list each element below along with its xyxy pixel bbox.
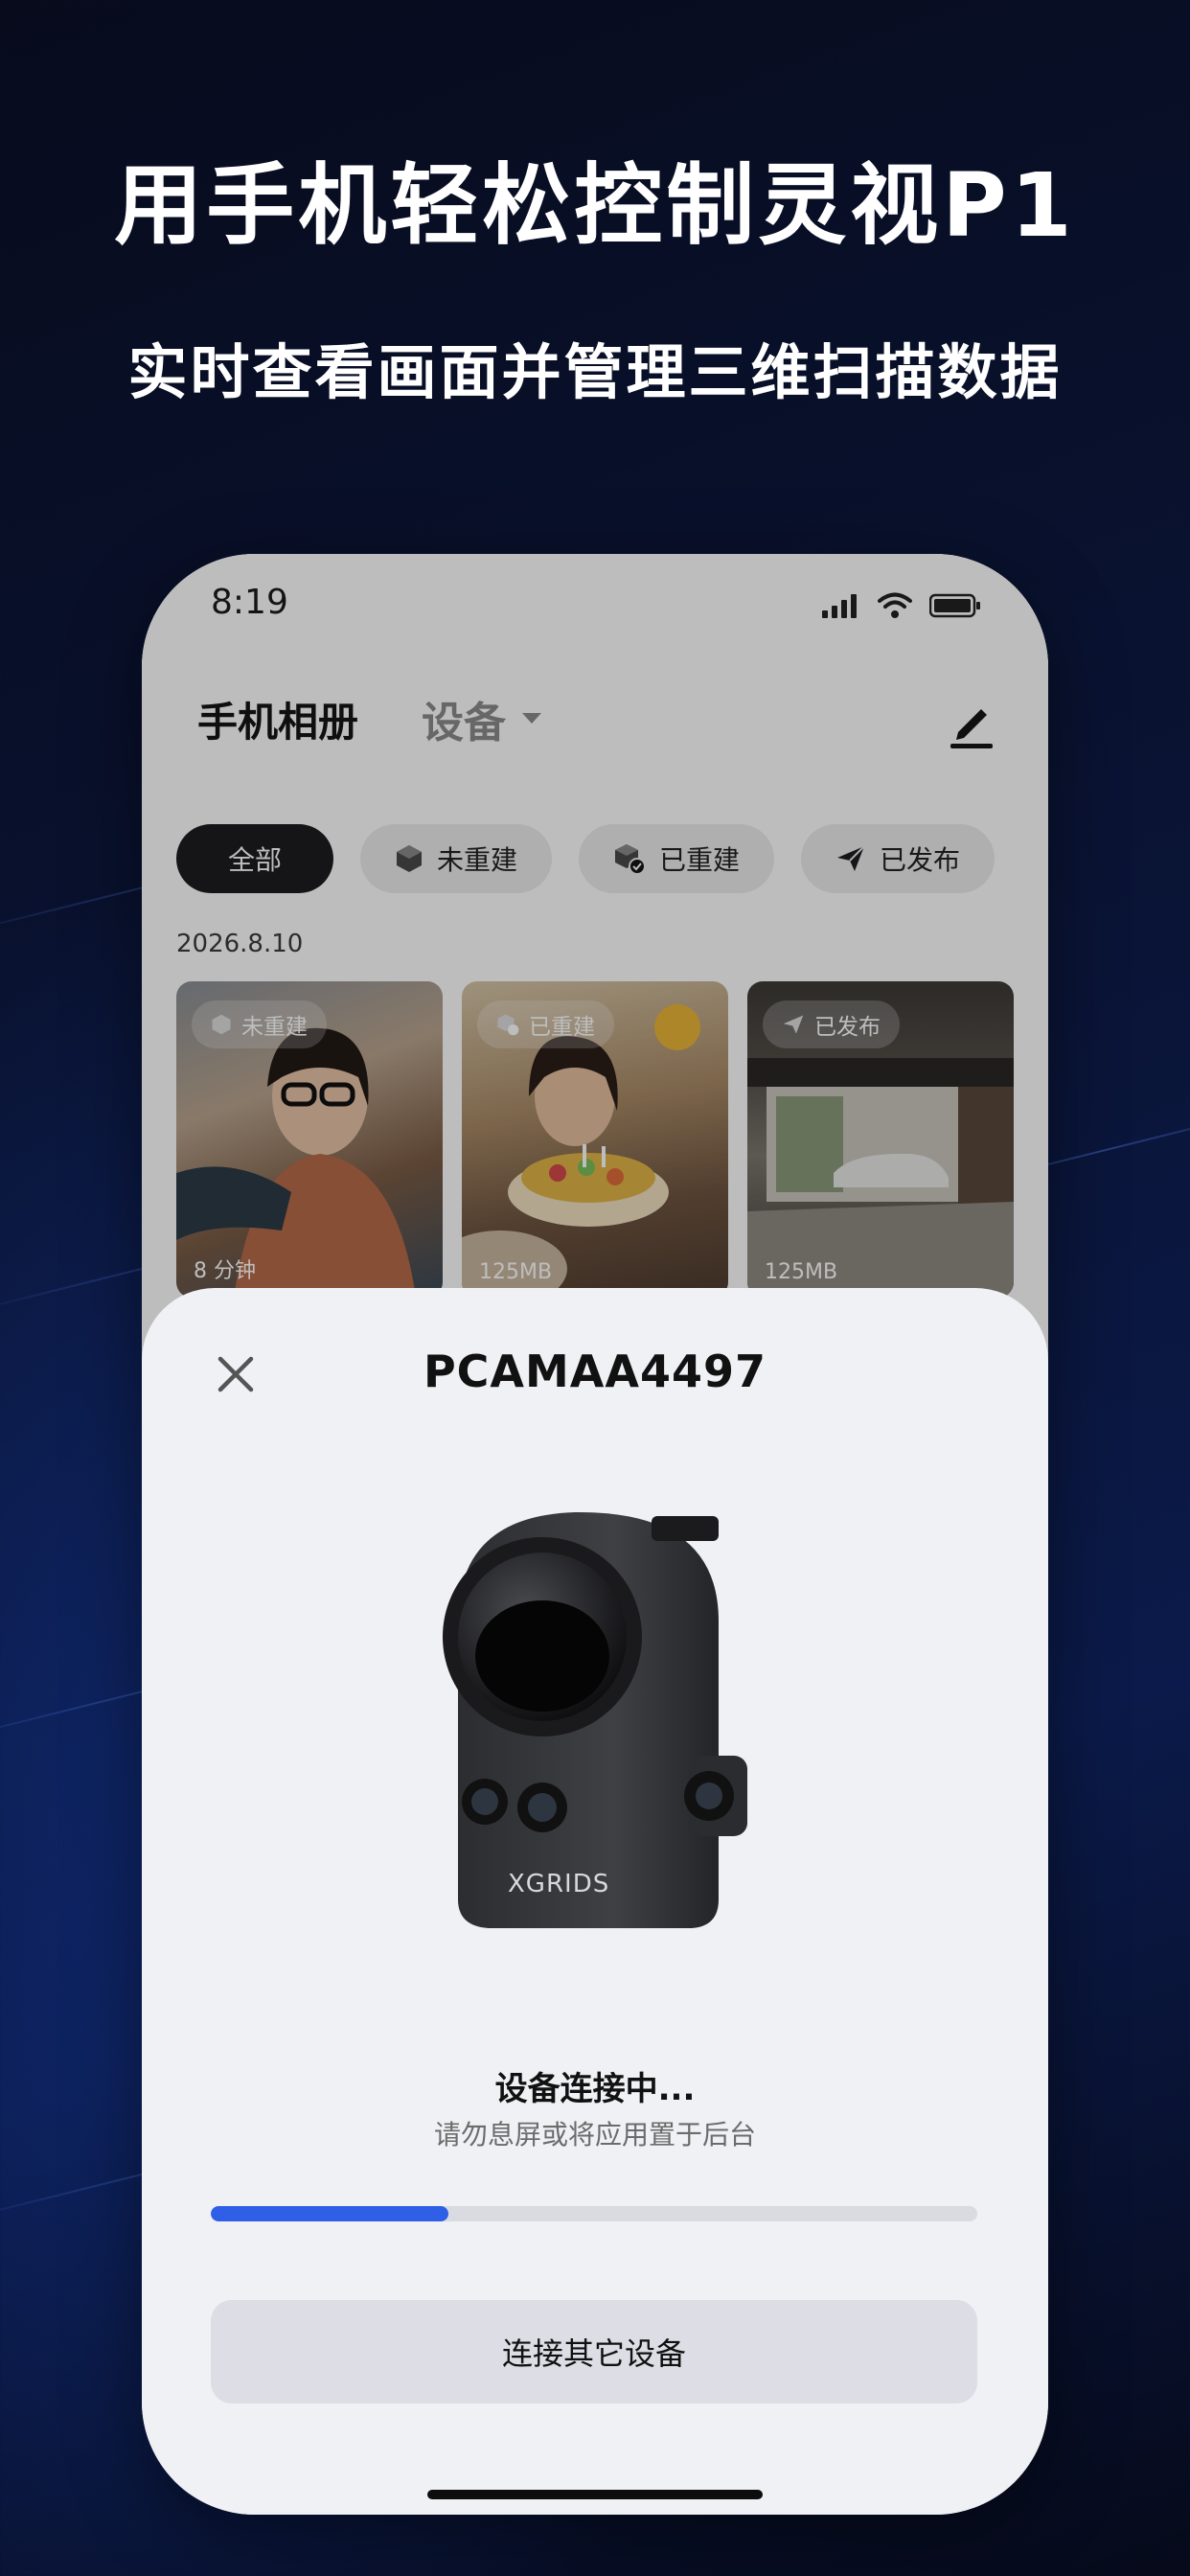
- connection-progress-bar: [211, 2206, 977, 2221]
- connection-status-hint: 请勿息屏或将应用置于后台: [433, 2119, 756, 2150]
- connection-progress-fill: [211, 2206, 448, 2221]
- connect-sheet: PCAMAA4497 XGRIDS 设备连接中... 请勿息屏或将应用置于后台 …: [142, 1288, 1048, 2515]
- hero-title: 用手机轻松控制灵视P1: [114, 154, 1076, 257]
- phone-frame: 8:19 手机相册 设备 全部 未重建 已重建 已发布 2026.8.10 未重…: [142, 554, 1048, 2515]
- device-brand: XGRIDS: [508, 1870, 609, 1898]
- hero-subtitle: 实时查看画面并管理三维扫描数据: [127, 337, 1063, 407]
- connect-other-device-label: 连接其它设备: [501, 2335, 686, 2372]
- camera-device-image: XGRIDS: [443, 1511, 747, 1928]
- home-indicator[interactable]: [427, 2490, 763, 2499]
- connection-status-title: 设备连接中...: [494, 2070, 696, 2108]
- device-name: PCAMAA4497: [423, 1346, 767, 1397]
- connect-other-device-button[interactable]: 连接其它设备: [211, 2300, 977, 2404]
